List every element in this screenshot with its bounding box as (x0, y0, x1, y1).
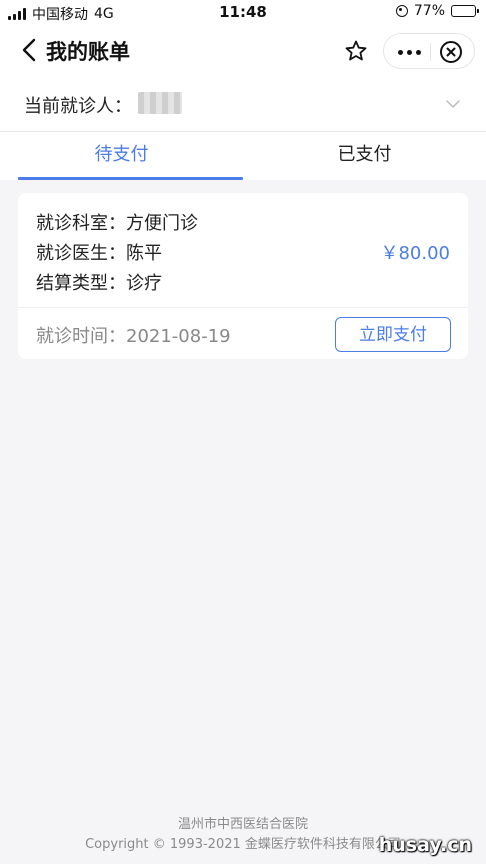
visit-time-text: 就诊时间：2021-08-19 (36, 326, 231, 347)
chevron-down-icon[interactable] (444, 95, 462, 113)
hospital-name: 温州市中西医结合医院 (177, 817, 308, 832)
patient-selector[interactable]: 当前就诊人： (0, 78, 486, 132)
status-bar: 中国移动 4G 11:48 77% (0, 0, 486, 24)
more-dot-icon (397, 49, 403, 55)
more-dot-icon (415, 49, 421, 55)
close-circle-icon (440, 41, 462, 63)
department-text: 就诊科室：方便门诊 (36, 213, 198, 234)
battery-percent: 77% (413, 3, 445, 19)
close-button[interactable] (439, 40, 463, 64)
bill-tabs: 待支付 已支付 (0, 132, 486, 180)
battery-icon (451, 5, 479, 17)
mini-program-capsule (383, 33, 475, 69)
capsule-divider (430, 43, 431, 61)
favorite-button[interactable] (339, 34, 373, 68)
patient-label: 当前就诊人： (24, 96, 132, 117)
watermark: husay.cn (378, 834, 472, 856)
status-right: 77% (395, 3, 479, 19)
chevron-left-icon (22, 38, 36, 62)
doctor-text: 就诊医生：陈平 (36, 243, 162, 264)
page-title: 我的账单 (46, 40, 130, 64)
patient-name-redacted (138, 92, 182, 114)
back-button[interactable] (18, 37, 42, 63)
more-dot-icon (406, 49, 412, 55)
rotation-lock-icon (395, 5, 408, 17)
pay-now-button[interactable]: 立即支付 (335, 317, 451, 352)
settlement-type-text: 结算类型：诊疗 (36, 273, 162, 294)
nav-bar: 我的账单 (0, 24, 486, 78)
star-icon (345, 40, 367, 61)
tab-paid[interactable]: 已支付 (243, 132, 486, 180)
card-divider (18, 307, 468, 308)
bill-card: 就诊科室：方便门诊 就诊医生：陈平 结算类型：诊疗 ￥80.00 就诊时间：20… (18, 193, 468, 359)
tab-unpaid[interactable]: 待支付 (0, 132, 243, 180)
more-button[interactable] (394, 40, 424, 64)
bill-amount: ￥80.00 (380, 243, 450, 264)
